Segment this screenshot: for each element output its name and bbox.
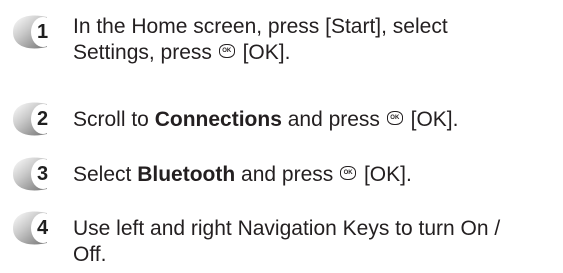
step-text: Use left and right Navigation Keys to tu… (73, 216, 500, 268)
ok-key-icon: OK (386, 111, 403, 125)
step-number: 4 (37, 217, 49, 239)
step-badge-shape (13, 15, 55, 49)
menu-item-name: Connections (154, 108, 282, 131)
step-text-line: [OK]. (242, 41, 291, 64)
step-number-badge: 3 (11, 154, 61, 194)
step-badge-shape (13, 102, 55, 136)
menu-item-name: Bluetooth (137, 163, 236, 186)
step-badge-shape (13, 211, 55, 245)
step-text-line: Off. (73, 243, 107, 266)
step-badge-shape (13, 157, 55, 191)
step-text-line: Use left and right Navigation Keys to tu… (73, 217, 501, 240)
step-number-badge: 1 (11, 12, 61, 52)
ok-key-icon: OK (340, 166, 357, 180)
step-number-badge: 2 (11, 99, 61, 139)
step-number: 3 (37, 163, 49, 185)
step-text: Scroll to Connections and press OK [OK]. (73, 108, 459, 131)
ok-key-icon: OK (218, 44, 235, 58)
step-number: 2 (37, 108, 49, 130)
step-number-badge: 4 (11, 208, 61, 248)
step-text: In the Home screen, press [Start], selec… (73, 14, 448, 66)
step-text: Select Bluetooth and press OK [OK]. (73, 163, 412, 186)
step-text-line: Settings, press (73, 41, 212, 64)
step-number: 1 (37, 21, 49, 43)
step-text-line: In the Home screen, press [Start], selec… (73, 15, 448, 38)
